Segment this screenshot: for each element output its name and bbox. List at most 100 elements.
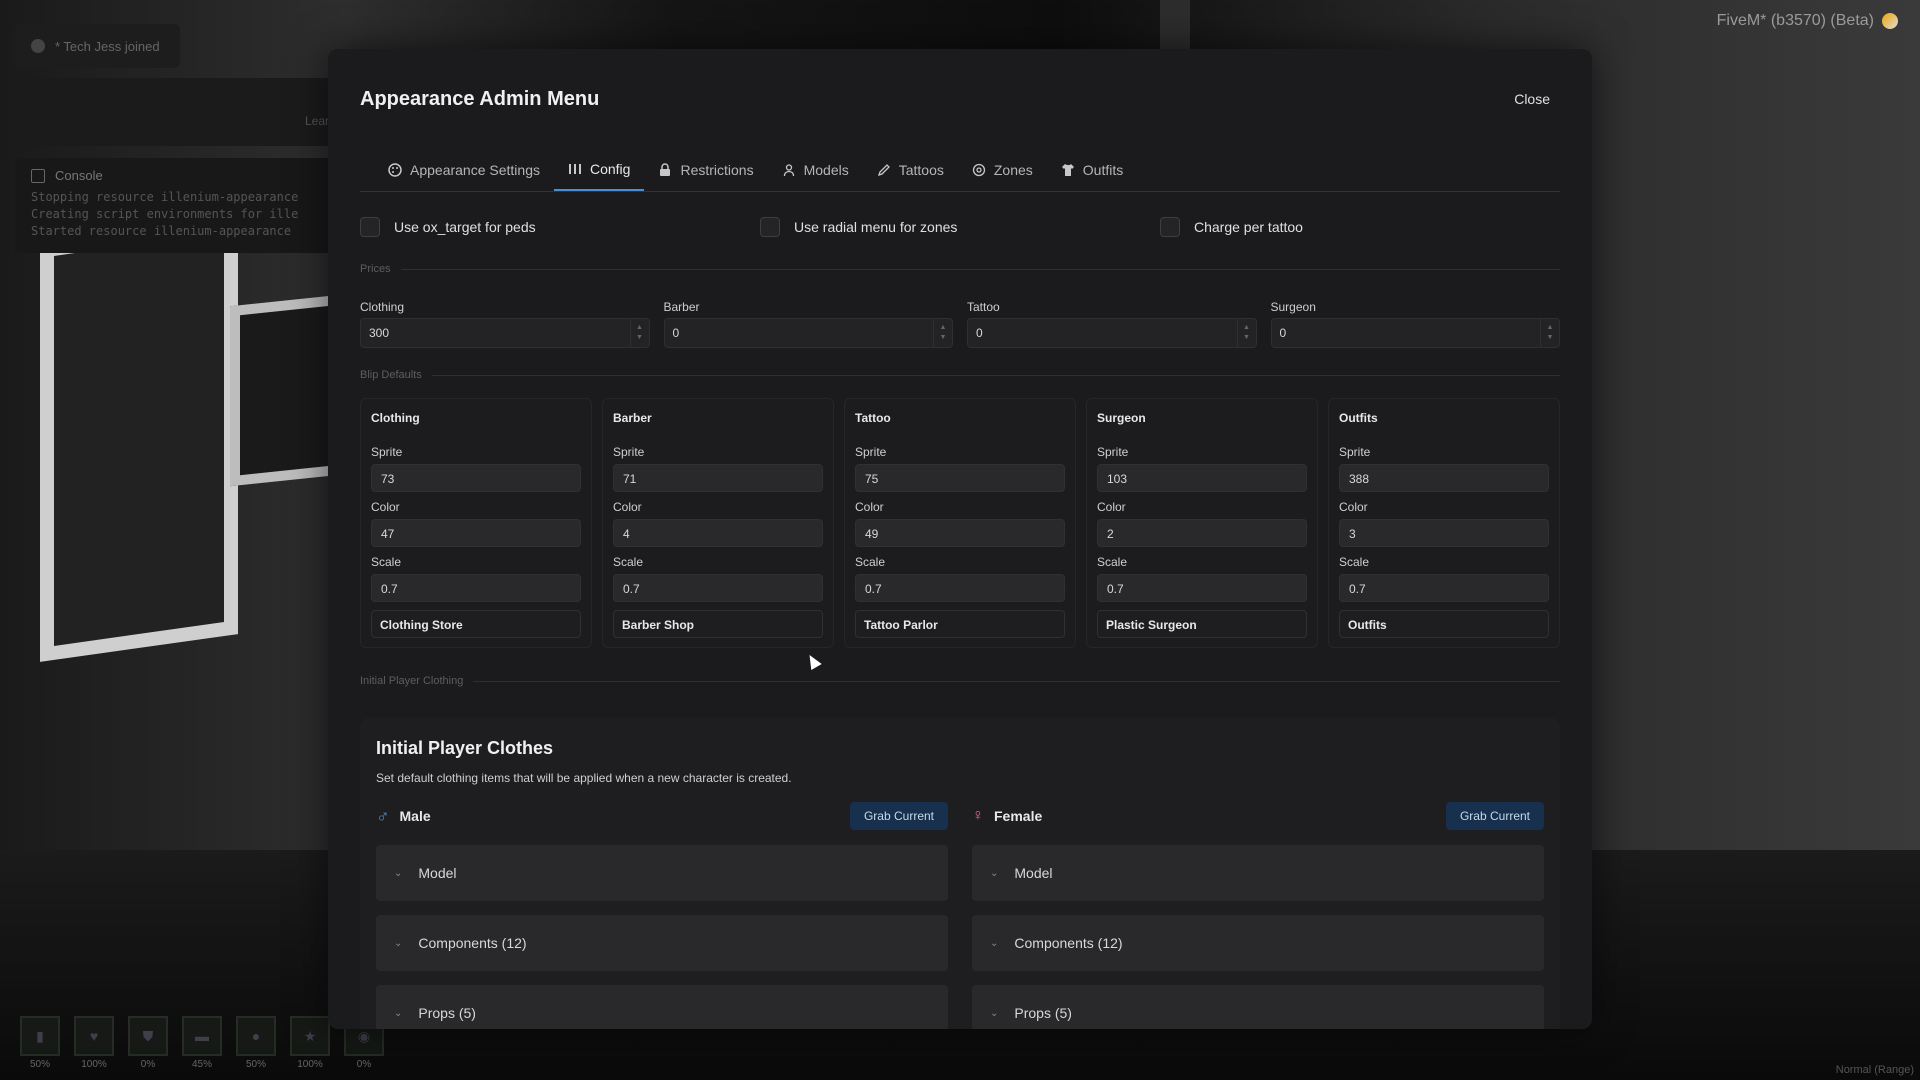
gender-columns: ♂ Male Grab Current ⌄ Model ⌄ Components (…	[376, 801, 1544, 1029]
water-drop-icon: ●	[236, 1016, 276, 1056]
health-icon: ▮	[20, 1016, 60, 1056]
spinner-arrows-icon[interactable]: ▲ ▼	[933, 319, 952, 347]
scale-field: Scale 0.7	[1339, 555, 1549, 602]
charge-per-tattoo-checkbox[interactable]	[1160, 217, 1180, 237]
sprite-input[interactable]: 103	[1097, 464, 1307, 492]
sprite-input[interactable]: 75	[855, 464, 1065, 492]
female-grab-current-button[interactable]: Grab Current	[1445, 802, 1544, 830]
color-input[interactable]: 2	[1097, 519, 1307, 547]
scale-input[interactable]: 0.7	[1097, 574, 1307, 602]
chevron-down-icon: ⌄	[394, 1007, 403, 1019]
spinner-arrows-icon[interactable]: ▲ ▼	[1236, 319, 1256, 347]
sprite-input[interactable]: 388	[1339, 464, 1549, 492]
female-props-accordion[interactable]: ⌄ Props (5)	[972, 985, 1544, 1029]
sprite-input[interactable]: 71	[613, 464, 823, 492]
price-label: Clothing	[360, 300, 405, 314]
sprite-field: Sprite 71	[613, 445, 823, 492]
tab-tattoos[interactable]: Tattoos	[863, 149, 958, 191]
blip-name-input[interactable]: Plastic Surgeon	[1097, 610, 1307, 638]
male-column: ♂ Male Grab Current ⌄ Model ⌄ Components (…	[376, 801, 948, 1029]
tab-label: Models	[803, 162, 849, 178]
price-barber: Barber 0 ▲ ▼	[663, 300, 953, 348]
male-props-accordion[interactable]: ⌄ Props (5)	[376, 985, 948, 1029]
blip-title: Clothing	[371, 411, 420, 425]
blip-name-input[interactable]: Tattoo Parlor	[855, 610, 1065, 638]
tab-config[interactable]: Config	[553, 149, 645, 191]
radial-menu-checkbox[interactable]	[760, 217, 780, 237]
hud-thirst: ● 50%	[236, 1016, 276, 1070]
close-button[interactable]: Close	[1504, 85, 1560, 113]
chat-notification: * Tech Jess joined	[15, 24, 180, 68]
surgeon-price-input[interactable]: 0 ▲ ▼	[1270, 318, 1560, 348]
option-label: Use ox_target for peds	[394, 219, 536, 235]
blip-name-input[interactable]: Outfits	[1339, 610, 1549, 638]
chevron-down-icon: ⌄	[990, 1007, 999, 1019]
panel-description: Set default clothing items that will be …	[376, 771, 792, 785]
scale-input[interactable]: 0.7	[613, 574, 823, 602]
female-components-accordion[interactable]: ⌄ Components (12)	[972, 915, 1544, 971]
tab-appearance-settings[interactable]: Appearance Settings	[374, 149, 554, 191]
lock-icon	[658, 163, 672, 177]
tab-label: Zones	[993, 162, 1033, 178]
price-tattoo: Tattoo 0 ▲ ▼	[967, 300, 1257, 348]
hud-heart: ♥ 100%	[74, 1016, 114, 1070]
voice-range-label: Normal (Range)	[1835, 1064, 1914, 1076]
color-input[interactable]: 4	[613, 519, 823, 547]
color-field: Color 3	[1339, 500, 1549, 547]
clothing-price-input[interactable]: 300 ▲ ▼	[360, 318, 650, 348]
side-panel: Lear	[15, 78, 335, 146]
tab-label: Appearance Settings	[410, 162, 540, 178]
fivem-build-label: FiveM* (b3570) (Beta)	[1717, 12, 1898, 30]
color-input[interactable]: 49	[855, 519, 1065, 547]
tab-models[interactable]: Models	[768, 149, 863, 191]
option-label: Use radial menu for zones	[794, 219, 958, 235]
sprite-input[interactable]: 73	[371, 464, 581, 492]
field-label: Color	[371, 500, 400, 514]
scale-input[interactable]: 0.7	[855, 574, 1065, 602]
tab-outfits[interactable]: Outfits	[1047, 149, 1137, 191]
scale-input[interactable]: 0.7	[1339, 574, 1549, 602]
chevron-down-icon: ⌄	[990, 867, 999, 879]
field-label: Sprite	[613, 445, 645, 459]
gender-name: Male	[399, 808, 431, 824]
color-field: Color 49	[855, 500, 1065, 547]
chevron-down-icon: ⌄	[394, 867, 403, 879]
blip-name-input[interactable]: Clothing Store	[371, 610, 581, 638]
initial-player-clothes-panel: Initial Player Clothes Set default cloth…	[360, 718, 1560, 1029]
tab-zones[interactable]: Zones	[958, 149, 1047, 191]
blip-name-input[interactable]: Barber Shop	[613, 610, 823, 638]
scale-input[interactable]: 0.7	[371, 574, 581, 602]
blip-card-surgeon: Surgeon Sprite 103 Color 2 Scale 0.7 Plasti…	[1086, 398, 1318, 648]
field-label: Color	[613, 500, 642, 514]
option-label: Charge per tattoo	[1194, 219, 1303, 235]
tab-restrictions[interactable]: Restrictions	[644, 149, 767, 191]
spinner-arrows-icon[interactable]: ▲ ▼	[1540, 319, 1559, 347]
tattoo-price-input[interactable]: 0 ▲ ▼	[967, 318, 1257, 348]
tab-label: Tattoos	[898, 162, 944, 178]
hud-value: 0%	[356, 1059, 372, 1070]
color-input[interactable]: 47	[371, 519, 581, 547]
field-label: Scale	[371, 555, 402, 569]
learn-link[interactable]: Lear	[305, 114, 329, 128]
barber-price-input[interactable]: 0 ▲ ▼	[663, 318, 953, 348]
male-grab-current-button[interactable]: Grab Current	[849, 802, 948, 830]
scale-field: Scale 0.7	[613, 555, 823, 602]
color-field: Color 47	[371, 500, 581, 547]
ox-target-checkbox[interactable]	[360, 217, 380, 237]
accordion-label: Components (12)	[418, 935, 527, 951]
hud-value: 100%	[81, 1059, 107, 1070]
male-components-accordion[interactable]: ⌄ Components (12)	[376, 915, 948, 971]
female-model-accordion[interactable]: ⌄ Model	[972, 845, 1544, 901]
field-label: Scale	[1339, 555, 1370, 569]
male-model-accordion[interactable]: ⌄ Model	[376, 845, 948, 901]
prices-divider: Prices	[360, 262, 1560, 276]
color-input[interactable]: 3	[1339, 519, 1549, 547]
background-frame	[40, 216, 238, 662]
hud-value: 50%	[29, 1059, 50, 1070]
blip-card-tattoo: Tattoo Sprite 75 Color 49 Scale 0.7 Tattoo …	[844, 398, 1076, 648]
input-value: 300	[369, 326, 390, 340]
chat-message: * Tech Jess joined	[55, 38, 160, 54]
blip-title: Outfits	[1339, 411, 1378, 425]
spinner-arrows-icon[interactable]: ▲ ▼	[629, 319, 649, 347]
palette-icon	[388, 163, 402, 177]
